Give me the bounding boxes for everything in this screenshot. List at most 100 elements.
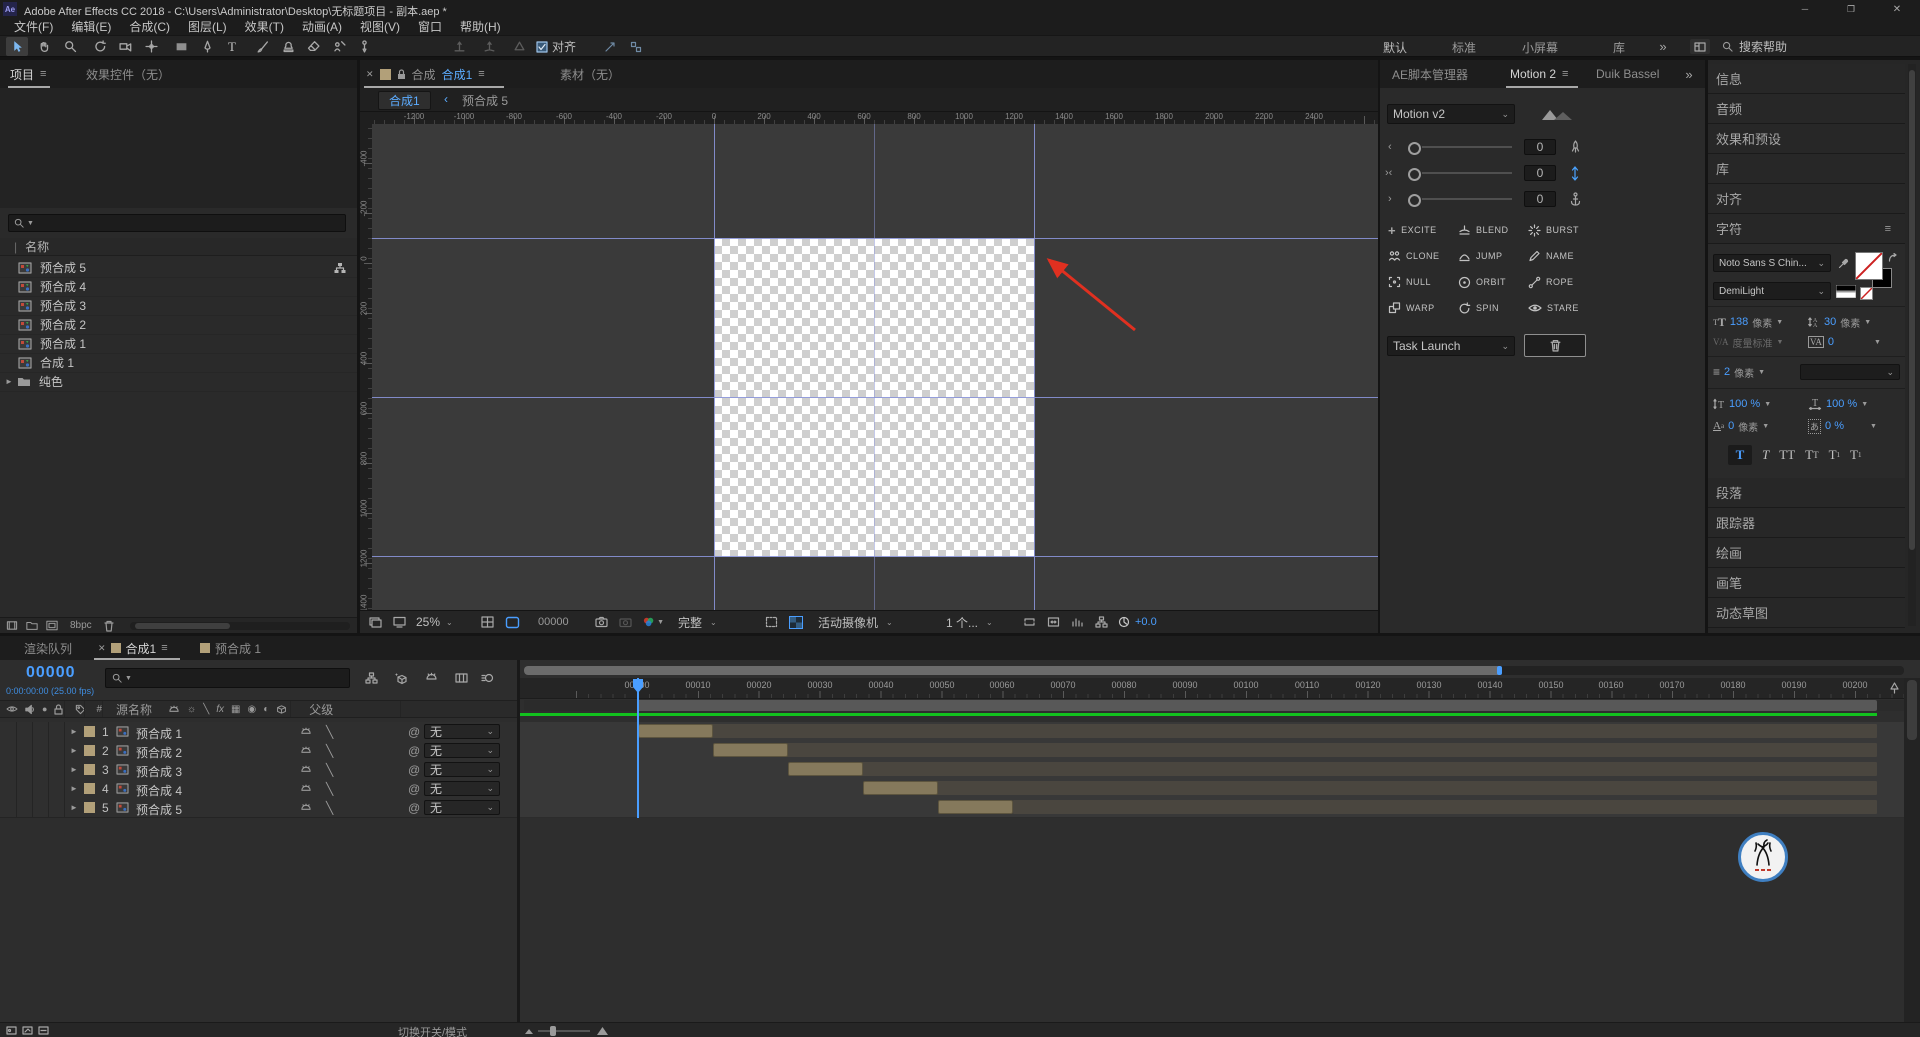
slider-track[interactable] <box>1422 146 1512 148</box>
work-area-bar[interactable] <box>524 700 1904 711</box>
layer-pickwhip-icon[interactable]: @ <box>408 725 420 739</box>
panel-menu-icon[interactable]: ≡ <box>40 68 46 80</box>
font-size-control[interactable]: TT 138 像素 ▼ <box>1713 314 1783 330</box>
comp-viewport[interactable] <box>372 124 1378 610</box>
layer-row-5[interactable]: ► 5 预合成 5 ╲ @ 无 ⌄ <box>0 798 517 818</box>
font-style-dropdown[interactable]: DemiLight ⌄ <box>1713 282 1831 300</box>
menu-animation[interactable]: 动画(A) <box>293 18 351 35</box>
no-stroke-swatch[interactable] <box>1860 287 1873 300</box>
layer-quality-switch[interactable]: ╲ <box>326 801 333 815</box>
layer-expand-icon[interactable]: ► <box>70 746 78 755</box>
panel-header-tracker[interactable]: 跟踪器 <box>1708 508 1905 538</box>
baseline-shift-control[interactable]: Aa 0 像素 ▼ <box>1713 418 1769 434</box>
panel-menu-icon[interactable]: ≡ <box>478 68 484 80</box>
task-launch-dropdown[interactable]: Task Launch ⌄ <box>1387 336 1515 356</box>
project-item-precomp2[interactable]: 预合成 2 <box>0 315 357 335</box>
cube-3d-column-icon[interactable] <box>276 704 287 715</box>
tab-footage[interactable]: 素材（无） <box>560 66 620 83</box>
kerning-control[interactable]: V/A 度量标准 ▼ <box>1713 334 1783 350</box>
layer-row-4[interactable]: ► 4 预合成 4 ╲ @ 无 ⌄ <box>0 779 517 799</box>
resolution-dropdown[interactable]: 完整 ⌄ <box>678 614 756 630</box>
project-folder-solids[interactable]: ► 纯色 <box>0 372 357 392</box>
slider-mode-both-icon[interactable]: ›‹ <box>1385 167 1392 179</box>
magnification-dropdown[interactable]: 25% ⌄ <box>416 614 472 630</box>
exposure-histogram-icon[interactable] <box>1068 614 1086 630</box>
expand-inout-columns-icon[interactable] <box>36 1025 50 1036</box>
vertical-scale-control[interactable]: T 100 % ▼ <box>1713 396 1771 412</box>
motion-button-stare[interactable]: STARE <box>1528 298 1579 318</box>
hand-tool-icon[interactable] <box>33 37 55 56</box>
workspace-overflow-icon[interactable]: » <box>1653 37 1673 56</box>
motion-blur-column-icon[interactable]: ◉ <box>247 704 256 715</box>
panel-header-info[interactable]: 信息 <box>1708 64 1905 94</box>
tab-project[interactable]: 项目 ≡ <box>10 60 46 88</box>
slider-track[interactable] <box>1422 198 1512 200</box>
shape-tool-icon[interactable] <box>170 37 192 56</box>
view-axis-mode-icon[interactable] <box>508 37 530 56</box>
frame-blend-column-icon[interactable]: ▦ <box>231 704 240 715</box>
faux-bold-button[interactable]: T <box>1728 445 1752 465</box>
breadcrumb-current-comp[interactable]: 合成1 <box>378 91 431 110</box>
layer-row-3[interactable]: ► 3 预合成 3 ╲ @ 无 ⌄ <box>0 760 517 780</box>
layer-quality-switch[interactable]: ╲ <box>326 763 333 777</box>
layer-bar[interactable] <box>713 743 788 757</box>
slider-knob[interactable] <box>1408 142 1421 155</box>
close-tab-icon[interactable]: ✕ <box>98 643 106 654</box>
current-time-display[interactable]: 00000 <box>26 664 76 682</box>
sidebar-scrollbar[interactable] <box>1908 64 1916 626</box>
layer-bar[interactable] <box>788 762 863 776</box>
guide-line-vertical[interactable] <box>874 124 875 610</box>
project-item-comp1[interactable]: 合成 1 <box>0 353 357 373</box>
tab-timeline-comp1[interactable]: ✕ 合成1 ≡ <box>98 636 168 660</box>
motion-button-null[interactable]: NULL <box>1388 272 1431 292</box>
transparency-grid-toggle-icon[interactable] <box>786 614 806 630</box>
menu-help[interactable]: 帮助(H) <box>451 18 510 35</box>
toggle-mask-roughness-icon[interactable] <box>1020 614 1038 630</box>
channel-settings-icon[interactable]: ▼ <box>642 614 664 630</box>
faux-italic-button[interactable]: T <box>1762 447 1769 463</box>
layer-parent-dropdown[interactable]: 无 ⌄ <box>424 724 500 739</box>
layer-pickwhip-icon[interactable]: @ <box>408 782 420 796</box>
show-snapshot-icon[interactable] <box>616 614 634 630</box>
tab-duik-bassel[interactable]: Duik Bassel <box>1596 67 1659 81</box>
world-axis-mode-icon[interactable] <box>478 37 500 56</box>
slider-knob[interactable] <box>1408 168 1421 181</box>
guide-line-horizontal[interactable] <box>372 238 1378 239</box>
layer-bar[interactable] <box>863 781 938 795</box>
layer-pickwhip-icon[interactable]: @ <box>408 744 420 758</box>
eye-column-icon[interactable] <box>6 704 18 714</box>
project-item-precomp1[interactable]: 预合成 1 <box>0 334 357 354</box>
project-item-precomp3[interactable]: 预合成 3 <box>0 296 357 316</box>
workspace-tab-standard[interactable]: 标准 <box>1452 39 1476 56</box>
layer-shy-switch[interactable] <box>300 764 312 775</box>
layer-quality-switch[interactable]: ╲ <box>326 744 333 758</box>
guide-line-vertical[interactable] <box>714 124 715 610</box>
close-tab-icon[interactable]: ✕ <box>366 69 374 80</box>
guide-line-vertical[interactable] <box>1034 124 1035 610</box>
tsume-control[interactable]: あ 0 % ▼ <box>1808 418 1877 434</box>
layer-parent-dropdown[interactable]: 无 ⌄ <box>424 800 500 815</box>
maximize-button[interactable]: ❐ <box>1828 0 1874 18</box>
new-folder-icon[interactable] <box>26 620 38 631</box>
swap-fill-stroke-icon[interactable] <box>1886 252 1900 264</box>
layer-row-1[interactable]: ► 1 预合成 1 ╲ @ 无 ⌄ <box>0 722 517 742</box>
toggle-switches-modes-button[interactable]: 切换开关/模式 <box>398 1024 467 1037</box>
composition-mini-flowchart-icon[interactable] <box>362 670 380 686</box>
guide-line-horizontal[interactable] <box>372 556 1378 557</box>
vertical-ruler[interactable]: -400 -200 0 200 400 600 800 1000 1200 1400 <box>360 124 372 612</box>
layer-label-swatch[interactable] <box>84 783 95 794</box>
trash-icon[interactable] <box>104 620 114 632</box>
tab-render-queue[interactable]: 渲染队列 <box>24 640 72 657</box>
small-caps-button[interactable]: TT <box>1805 447 1818 463</box>
rocket-icon[interactable] <box>1568 138 1582 156</box>
adjustment-column-icon[interactable]: ◐ <box>263 704 269 715</box>
horizontal-ruler[interactable]: -1200 -1000 -800 -600 -400 -200 0 200 400 600 800 1… <box>372 112 1378 124</box>
panel-header-audio[interactable]: 音频 <box>1708 94 1905 124</box>
motion-button-excite[interactable]: + EXCITE <box>1388 220 1437 240</box>
shy-column-icon[interactable] <box>168 704 180 715</box>
layer-quality-switch[interactable]: ╲ <box>326 782 333 796</box>
workspace-tab-library[interactable]: 库 <box>1613 39 1625 56</box>
layer-label-swatch[interactable] <box>84 802 95 813</box>
layer-shy-switch[interactable] <box>300 726 312 737</box>
tab-motion2[interactable]: Motion 2 ≡ <box>1510 60 1568 88</box>
